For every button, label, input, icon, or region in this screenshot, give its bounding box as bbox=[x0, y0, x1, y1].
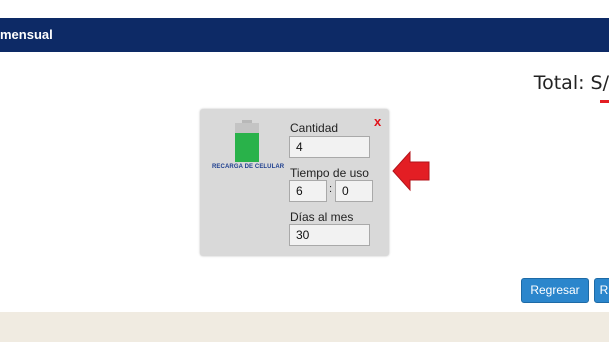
appliance-popup: x RECARGA DE CELULAR Cantidad Tiempo de … bbox=[200, 109, 389, 256]
top-strip bbox=[0, 0, 609, 18]
total-underline bbox=[600, 100, 609, 103]
time-separator: : bbox=[329, 183, 333, 195]
back-button[interactable]: Regresar bbox=[521, 278, 589, 303]
close-button[interactable]: x bbox=[374, 114, 381, 129]
next-button[interactable]: R bbox=[594, 278, 609, 303]
tiempo-minutes-input[interactable] bbox=[335, 180, 373, 202]
footer-bar bbox=[0, 312, 609, 342]
red-arrow-left-icon bbox=[392, 150, 430, 192]
battery-icon bbox=[235, 120, 259, 162]
cantidad-label: Cantidad bbox=[290, 121, 339, 135]
header-title: mensual bbox=[0, 27, 53, 42]
dias-label: Días al mes bbox=[290, 210, 354, 224]
tiempo-label: Tiempo de uso bbox=[290, 166, 369, 180]
product-label: RECARGA DE CELULAR bbox=[212, 164, 285, 170]
total-label: Total: S/ bbox=[533, 72, 609, 94]
tiempo-hours-input[interactable] bbox=[289, 180, 327, 202]
cantidad-input[interactable] bbox=[289, 136, 370, 158]
header-bar: mensual bbox=[0, 18, 609, 52]
dias-input[interactable] bbox=[289, 224, 370, 246]
